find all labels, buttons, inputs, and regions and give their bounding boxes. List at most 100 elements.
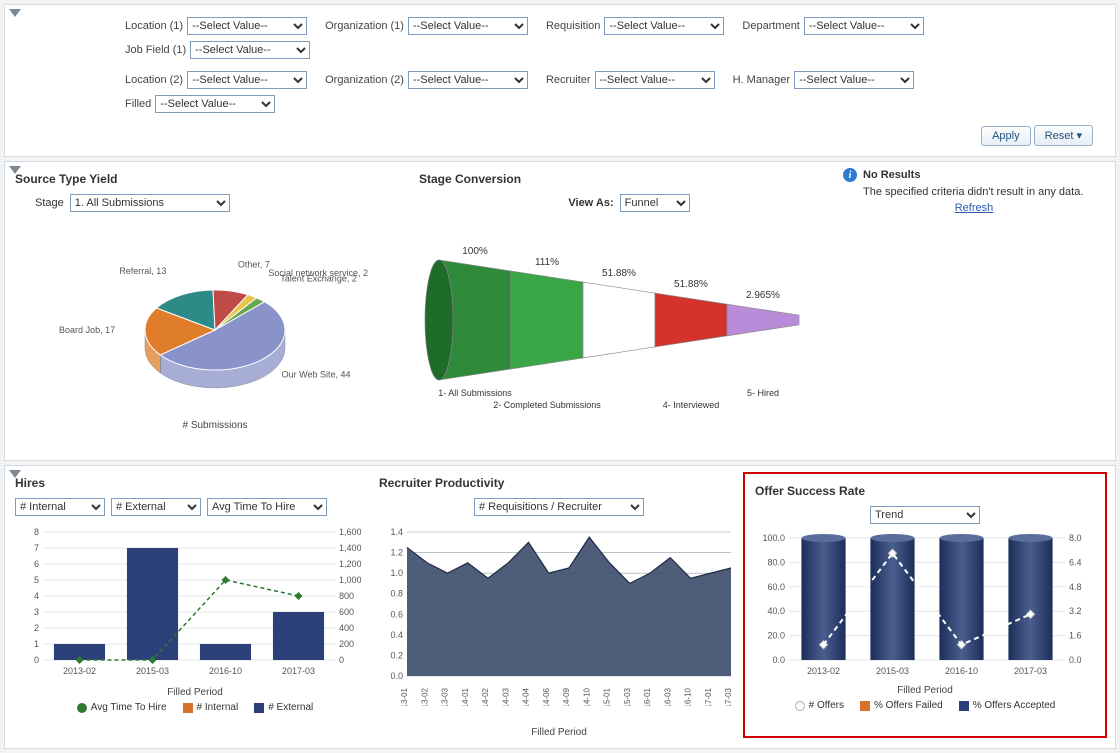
filter-select-recruiter[interactable]: --Select Value-- xyxy=(595,71,715,89)
svg-text:1,000: 1,000 xyxy=(339,575,362,585)
recruiter-chart: 0.00.20.40.60.81.01.21.42013-012013-0220… xyxy=(379,524,739,706)
svg-text:3.2: 3.2 xyxy=(1069,606,1082,616)
svg-text:Our Web Site, 44: Our Web Site, 44 xyxy=(282,370,351,380)
analytics-panel-1: Source Type Yield Stage 1. All Submissio… xyxy=(4,161,1116,461)
svg-text:0: 0 xyxy=(339,655,344,665)
svg-text:5- Hired: 5- Hired xyxy=(747,388,779,398)
svg-text:1,200: 1,200 xyxy=(339,559,362,569)
svg-text:2015-03: 2015-03 xyxy=(136,666,169,676)
filter-row-1: Location (1)--Select Value--Organization… xyxy=(15,11,1105,65)
svg-text:3: 3 xyxy=(34,607,39,617)
xlabel: Filled Period xyxy=(379,727,739,738)
filter-department: Department--Select Value-- xyxy=(742,17,923,35)
svg-text:2014-01: 2014-01 xyxy=(461,687,470,706)
collapse-icon[interactable] xyxy=(9,470,21,478)
stage-select[interactable]: 1. All Submissions xyxy=(70,194,230,212)
hires-tth-select[interactable]: Avg Time To Hire xyxy=(207,498,327,516)
svg-text:2017-03: 2017-03 xyxy=(282,666,315,676)
svg-text:2014-03: 2014-03 xyxy=(501,687,510,706)
filter-select-hmanager[interactable]: --Select Value-- xyxy=(794,71,914,89)
refresh-link[interactable]: Refresh xyxy=(955,202,994,214)
svg-text:0.0: 0.0 xyxy=(1069,655,1082,665)
svg-text:2013-02: 2013-02 xyxy=(420,687,429,706)
hires-internal-select[interactable]: # Internal xyxy=(15,498,105,516)
filter-label: Requisition xyxy=(546,20,600,32)
svg-text:20.0: 20.0 xyxy=(767,631,785,641)
svg-text:4- Interviewed: 4- Interviewed xyxy=(663,400,720,410)
hires-legend: Avg Time To Hire # Internal # External xyxy=(15,702,375,713)
svg-text:100%: 100% xyxy=(462,246,488,257)
svg-text:2013-02: 2013-02 xyxy=(807,666,840,676)
no-results-section: i No Results The specified criteria didn… xyxy=(843,168,1105,433)
filter-select-requisition[interactable]: --Select Value-- xyxy=(604,17,724,35)
section-title: Hires xyxy=(15,476,375,490)
filter-label: H. Manager xyxy=(733,74,790,86)
collapse-icon[interactable] xyxy=(9,9,21,17)
svg-text:1,400: 1,400 xyxy=(339,543,362,553)
svg-text:2017-03: 2017-03 xyxy=(724,687,733,706)
section-title: Stage Conversion xyxy=(419,172,839,186)
no-results-title: No Results xyxy=(863,169,920,181)
filter-select-organization-1[interactable]: --Select Value-- xyxy=(408,17,528,35)
reset-button[interactable]: Reset ▾ xyxy=(1034,125,1093,146)
recruiter-metric-select[interactable]: # Requisitions / Recruiter xyxy=(474,498,644,516)
svg-text:80.0: 80.0 xyxy=(767,557,785,567)
svg-text:2016-10: 2016-10 xyxy=(945,666,978,676)
apply-button[interactable]: Apply xyxy=(981,126,1031,146)
filter-select-department[interactable]: --Select Value-- xyxy=(804,17,924,35)
filter-select-jobfield-1[interactable]: --Select Value-- xyxy=(190,41,310,59)
recruiter-productivity-section: Recruiter Productivity # Requisitions / … xyxy=(379,472,739,738)
svg-text:2: 2 xyxy=(34,623,39,633)
hires-chart: 01234567802004006008001,0001,2001,4001,6… xyxy=(15,524,375,684)
xlabel: Filled Period xyxy=(755,685,1095,696)
filter-select-organization-2[interactable]: --Select Value-- xyxy=(408,71,528,89)
section-title: Recruiter Productivity xyxy=(379,476,739,490)
svg-text:Board Job, 17: Board Job, 17 xyxy=(59,325,115,335)
svg-text:51.88%: 51.88% xyxy=(674,279,708,290)
filter-hmanager: H. Manager --Select Value-- xyxy=(733,71,914,89)
hires-section: Hires # Internal # External Avg Time To … xyxy=(15,472,375,738)
svg-text:1- All Submissions: 1- All Submissions xyxy=(438,388,512,398)
offer-view-select[interactable]: Trend xyxy=(870,506,980,524)
svg-text:Other, 7: Other, 7 xyxy=(238,260,270,270)
svg-text:8.0: 8.0 xyxy=(1069,533,1082,543)
svg-text:8: 8 xyxy=(34,527,39,537)
svg-text:2014-09: 2014-09 xyxy=(562,687,571,706)
filter-select-location-2[interactable]: --Select Value-- xyxy=(187,71,307,89)
stage-label: Stage xyxy=(35,197,64,209)
filter-label: Organization (1) xyxy=(325,20,404,32)
svg-text:0.8: 0.8 xyxy=(390,589,403,599)
svg-text:2014-06: 2014-06 xyxy=(542,687,551,706)
svg-text:6: 6 xyxy=(34,559,39,569)
filter-label: Location (1) xyxy=(125,20,183,32)
svg-text:2015-03: 2015-03 xyxy=(876,666,909,676)
hires-external-select[interactable]: # External xyxy=(111,498,201,516)
svg-text:0.0: 0.0 xyxy=(772,655,785,665)
filter-location-1: Location (1) --Select Value-- xyxy=(125,17,307,35)
filter-select-filled[interactable]: --Select Value-- xyxy=(155,95,275,113)
svg-text:200: 200 xyxy=(339,639,354,649)
svg-text:1.4: 1.4 xyxy=(390,527,403,537)
svg-text:2014-02: 2014-02 xyxy=(481,687,490,706)
analytics-panel-2: Hires # Internal # External Avg Time To … xyxy=(4,465,1116,749)
filter-row-2: Location (2)--Select Value--Organization… xyxy=(15,65,1105,119)
svg-text:2015-03: 2015-03 xyxy=(623,687,632,706)
filter-organization-1: Organization (1) --Select Value-- xyxy=(325,17,528,35)
svg-text:2017-01: 2017-01 xyxy=(704,687,713,706)
svg-text:2- Completed Submissions: 2- Completed Submissions xyxy=(493,400,601,410)
filter-label: Job Field (1) xyxy=(125,44,186,56)
svg-text:2016-10: 2016-10 xyxy=(209,666,242,676)
filter-select-location-1[interactable]: --Select Value-- xyxy=(187,17,307,35)
filter-requisition: Requisition --Select Value-- xyxy=(546,17,724,35)
filter-filled: Filled--Select Value-- xyxy=(125,95,275,113)
svg-text:40.0: 40.0 xyxy=(767,606,785,616)
svg-text:800: 800 xyxy=(339,591,354,601)
filter-location-2: Location (2)--Select Value-- xyxy=(125,71,307,89)
svg-text:0.6: 0.6 xyxy=(390,609,403,619)
no-results-message: The specified criteria didn't result in … xyxy=(863,186,1105,198)
svg-text:7: 7 xyxy=(34,543,39,553)
svg-text:60.0: 60.0 xyxy=(767,582,785,592)
svg-text:1: 1 xyxy=(34,639,39,649)
viewas-select[interactable]: Funnel xyxy=(620,194,690,212)
svg-text:5: 5 xyxy=(34,575,39,585)
